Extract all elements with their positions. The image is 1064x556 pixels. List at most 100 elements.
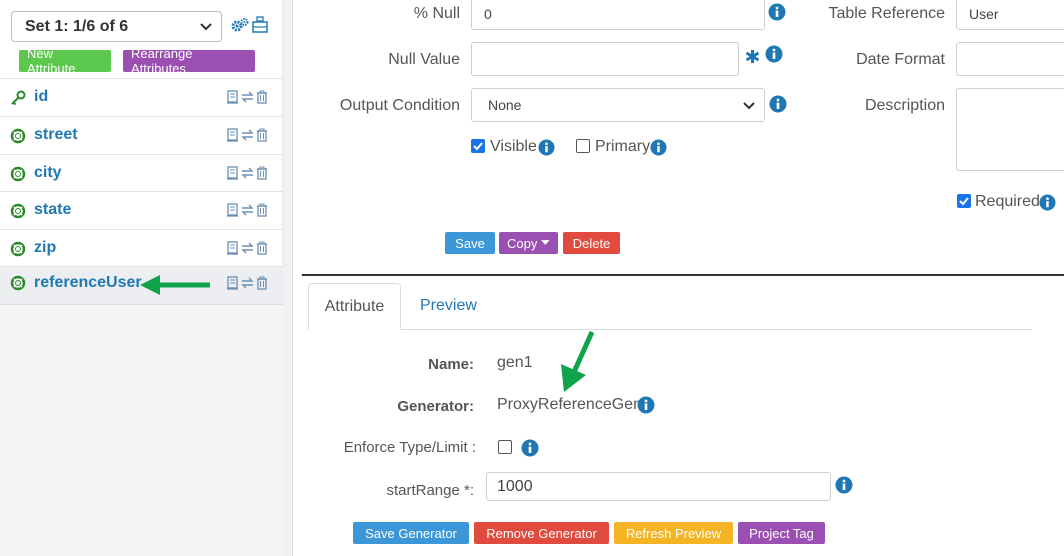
- attribute-name[interactable]: zip: [34, 239, 56, 257]
- attribute-row-zip[interactable]: zip: [0, 229, 283, 266]
- row-actions: [226, 203, 268, 217]
- refresh-preview-button[interactable]: Refresh Preview: [614, 522, 733, 544]
- generator-name-value: gen1: [497, 354, 533, 371]
- description-textarea[interactable]: [956, 88, 1064, 171]
- annotation-arrow-down-icon: [561, 330, 595, 392]
- row-actions: [226, 276, 268, 290]
- lifebuoy-icon: [10, 275, 26, 291]
- section-divider: [302, 274, 1064, 276]
- attribute-row-id[interactable]: id: [0, 78, 283, 115]
- edit-document-icon[interactable]: [226, 241, 239, 255]
- info-icon[interactable]: [769, 95, 787, 113]
- trash-icon[interactable]: [256, 203, 268, 217]
- attribute-name[interactable]: city: [34, 164, 62, 182]
- percent-null-label: % Null: [413, 5, 460, 22]
- date-format-input[interactable]: [956, 42, 1064, 76]
- attribute-row-state[interactable]: state: [0, 191, 283, 228]
- enforce-type-checkbox[interactable]: [498, 440, 512, 454]
- generator-label: Generator:: [397, 398, 474, 415]
- sidebar-gutter: [283, 0, 293, 556]
- trash-icon[interactable]: [256, 241, 268, 255]
- info-icon[interactable]: [521, 439, 539, 457]
- attribute-name[interactable]: id: [34, 88, 48, 106]
- info-icon[interactable]: [768, 3, 786, 21]
- tab-preview[interactable]: Preview: [420, 297, 477, 315]
- project-tag-button[interactable]: Project Tag: [738, 522, 825, 544]
- trash-icon[interactable]: [256, 90, 268, 104]
- attribute-row-street[interactable]: street: [0, 116, 283, 153]
- caret-down-icon: [541, 240, 550, 245]
- swap-icon[interactable]: [240, 166, 255, 180]
- visible-label: Visible: [490, 138, 537, 155]
- delete-button[interactable]: Delete: [563, 232, 620, 254]
- info-icon[interactable]: [835, 476, 853, 494]
- row-actions: [226, 128, 268, 142]
- table-reference-label: Table Reference: [828, 5, 945, 22]
- attribute-name[interactable]: referenceUser: [34, 274, 142, 292]
- primary-checkbox[interactable]: [576, 139, 590, 153]
- set-selector[interactable]: Set 1: 1/6 of 6: [11, 11, 222, 42]
- edit-document-icon[interactable]: [226, 166, 239, 180]
- checkmark-icon: [473, 142, 483, 151]
- start-range-value: 1000: [497, 477, 533, 495]
- swap-icon[interactable]: [240, 276, 255, 290]
- percent-null-value: 0: [484, 5, 492, 22]
- enforce-type-label: Enforce Type/Limit :: [343, 439, 476, 456]
- table-reference-value: User: [969, 5, 999, 22]
- save-button[interactable]: Save: [445, 232, 495, 254]
- checkmark-icon: [959, 197, 969, 206]
- generator-name-label: Name:: [428, 356, 474, 373]
- table-reference-input[interactable]: User: [956, 0, 1064, 30]
- swap-icon[interactable]: [240, 90, 255, 104]
- copy-label: Copy: [507, 235, 538, 251]
- edit-document-icon[interactable]: [226, 90, 239, 104]
- set-selector-value: Set 1: 1/6 of 6: [25, 17, 129, 35]
- row-actions: [226, 90, 268, 104]
- trash-icon[interactable]: [256, 166, 268, 180]
- required-checkbox[interactable]: [957, 194, 971, 208]
- edit-document-icon[interactable]: [226, 276, 239, 290]
- tab-attribute[interactable]: Attribute: [308, 283, 401, 330]
- start-range-input[interactable]: 1000: [486, 472, 831, 501]
- rearrange-attributes-button[interactable]: Rearrange Attributes: [123, 46, 255, 76]
- sidebar-empty-area: [0, 304, 283, 556]
- attribute-name[interactable]: state: [34, 201, 71, 219]
- info-icon[interactable]: [650, 139, 667, 156]
- null-value-label: Null Value: [388, 51, 460, 68]
- key-icon: [11, 90, 26, 106]
- percent-null-input[interactable]: 0: [471, 0, 765, 30]
- primary-label: Primary: [595, 138, 651, 155]
- null-value-input[interactable]: [471, 42, 739, 76]
- required-label: Required: [975, 193, 1040, 210]
- gears-icon[interactable]: [231, 17, 249, 33]
- new-attribute-button[interactable]: New Attribute: [19, 46, 111, 76]
- edit-document-icon[interactable]: [226, 203, 239, 217]
- trash-icon[interactable]: [256, 128, 268, 142]
- output-condition-label: Output Condition: [339, 97, 460, 114]
- output-condition-value: None: [488, 97, 522, 113]
- visible-checkbox[interactable]: [471, 139, 485, 153]
- edit-document-icon[interactable]: [226, 128, 239, 142]
- info-icon[interactable]: [1039, 194, 1056, 211]
- tab-underline: [401, 329, 1032, 330]
- database-icon[interactable]: [251, 16, 269, 34]
- attribute-row-city[interactable]: city: [0, 154, 283, 191]
- trash-icon[interactable]: [256, 276, 268, 290]
- chevron-down-icon: [200, 23, 212, 31]
- info-icon[interactable]: [765, 45, 783, 63]
- swap-icon[interactable]: [240, 203, 255, 217]
- description-label: Description: [864, 97, 945, 114]
- remove-generator-button[interactable]: Remove Generator: [474, 522, 609, 544]
- attribute-name[interactable]: street: [34, 126, 78, 144]
- lifebuoy-icon: [10, 128, 26, 144]
- lifebuoy-icon: [10, 203, 26, 219]
- output-condition-select[interactable]: None: [471, 88, 765, 122]
- info-icon[interactable]: [538, 139, 555, 156]
- copy-button[interactable]: Copy: [499, 232, 558, 254]
- swap-icon[interactable]: [240, 241, 255, 255]
- info-icon[interactable]: [637, 396, 655, 414]
- swap-icon[interactable]: [240, 128, 255, 142]
- row-actions: [226, 241, 268, 255]
- row-actions: [226, 166, 268, 180]
- save-generator-button[interactable]: Save Generator: [353, 522, 469, 544]
